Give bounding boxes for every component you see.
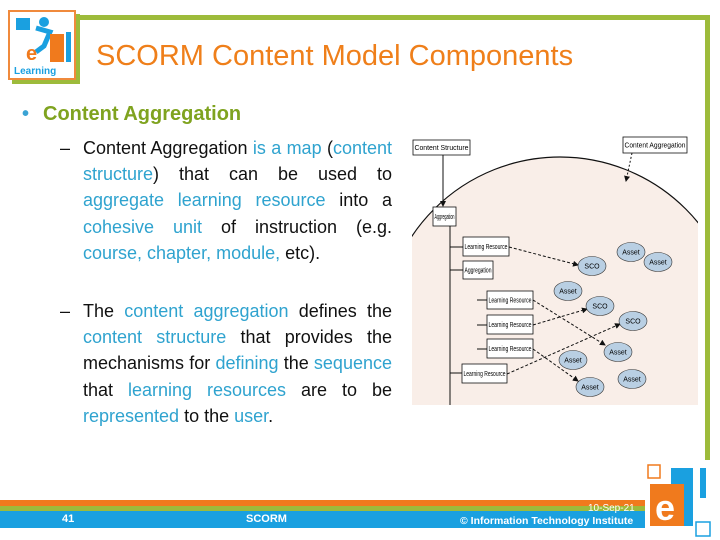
asset-node: Asset: [558, 350, 588, 370]
box-label: Aggregation: [465, 268, 492, 275]
text-segment: .: [268, 405, 274, 426]
box-label: Learning Resource: [465, 244, 508, 251]
box-label: Content Aggregation: [625, 143, 686, 150]
highlighted-text: sequence: [313, 353, 392, 374]
highlighted-text: content aggregation: [124, 301, 289, 321]
footer-topic: SCORM: [246, 513, 287, 525]
asset-node: Asset: [616, 242, 646, 262]
sco-node: SCO: [577, 256, 607, 276]
aggregation-circle: [412, 156, 698, 405]
text-segment: ) that can be used to: [153, 164, 392, 185]
text-segment: to the: [179, 405, 235, 426]
bullet-dot: •: [22, 103, 30, 125]
footer-date: 10-Sep-21: [588, 503, 635, 514]
text-segment: into a: [325, 190, 392, 211]
svg-text:e: e: [26, 43, 37, 65]
box-label: Learning Resource: [489, 298, 532, 305]
text-segment: defines the: [288, 301, 392, 321]
dash-marker: –: [60, 301, 71, 321]
title-frame-top: [66, 15, 710, 20]
highlighted-text: cohesive unit: [83, 216, 203, 237]
node-label: Asset: [649, 260, 667, 267]
highlighted-text: user: [234, 405, 269, 426]
sub-bullet-2: – The content aggregation defines the con…: [60, 298, 392, 429]
text-segment: Content Aggregation: [83, 138, 253, 158]
heading-text: Content Aggregation: [43, 103, 242, 125]
text-segment: are to be: [286, 379, 392, 400]
text-segment: of instruction (e.g.: [202, 216, 392, 237]
sco-node: SCO: [585, 296, 615, 316]
node-label: SCO: [584, 264, 600, 271]
node-label: SCO: [625, 319, 641, 326]
text-segment: The: [83, 301, 125, 321]
content-aggregation-box: Content Aggregation: [622, 136, 688, 154]
node-label: Asset: [564, 358, 582, 365]
page-number: 41: [62, 513, 75, 525]
text-segment: that: [83, 379, 128, 400]
sco-node: SCO: [618, 311, 648, 331]
bullet-heading: • Content Aggregation: [22, 103, 241, 126]
paragraph-text: The content aggregation defines the cont…: [83, 298, 392, 429]
highlighted-text: aggregate learning resource: [83, 190, 326, 211]
dash-marker: –: [60, 138, 71, 158]
box-label: Content Structure: [415, 145, 469, 152]
box-label: Aggregation: [435, 214, 455, 221]
text-segment: etc).: [280, 242, 321, 263]
slide-title: SCORM Content Model Components: [96, 40, 574, 72]
highlighted-text: is a map: [252, 138, 322, 158]
box-label: Learning Resource: [464, 371, 506, 378]
aggregation-box: Aggregation: [432, 206, 457, 227]
node-label: Asset: [623, 377, 641, 384]
asset-node: Asset: [603, 342, 633, 362]
asset-node: Asset: [617, 369, 647, 389]
iti-e-logo: e: [647, 464, 711, 537]
eiti-learning-logo: e Learning: [8, 10, 76, 80]
asset-node: Asset: [643, 252, 673, 272]
learning-resource-box: Learning Resource: [462, 236, 510, 257]
highlighted-text: course, chapter, module,: [83, 242, 281, 263]
learning-resource-box: Learning Resource: [486, 314, 534, 335]
asset-node: Asset: [575, 377, 605, 397]
title-frame-right: [705, 15, 710, 460]
aggregation-box: Aggregation: [462, 260, 494, 280]
highlighted-text: represented: [83, 405, 180, 426]
node-label: Asset: [581, 385, 599, 392]
highlighted-text: learning resources: [128, 379, 287, 400]
footer-copyright: © Information Technology Institute: [460, 515, 634, 527]
node-label: Asset: [609, 350, 627, 357]
asset-node: Asset: [553, 281, 583, 301]
learning-resource-box: Learning Resource: [486, 338, 534, 359]
paragraph-text: Content Aggregation is a map (content st…: [83, 135, 392, 266]
highlighted-text: defining: [215, 353, 279, 374]
node-label: Asset: [559, 289, 577, 296]
content-structure-box: Content Structure: [412, 139, 471, 156]
text-segment: (: [321, 138, 333, 158]
node-label: Asset: [622, 250, 640, 257]
svg-text:Learning: Learning: [14, 66, 56, 77]
learning-resource-box: Learning Resource: [461, 363, 508, 384]
svg-text:e: e: [655, 487, 675, 528]
node-label: SCO: [592, 304, 608, 311]
box-label: Learning Resource: [489, 322, 532, 329]
text-segment: the: [278, 353, 314, 374]
content-aggregation-diagram: Content Structure Content Aggregation Aggr…: [412, 136, 698, 405]
learning-resource-box: Learning Resource: [486, 290, 534, 310]
sub-bullet-1: – Content Aggregation is a map (content s…: [60, 135, 392, 266]
box-label: Learning Resource: [489, 346, 532, 353]
highlighted-text: content structure: [83, 327, 227, 348]
